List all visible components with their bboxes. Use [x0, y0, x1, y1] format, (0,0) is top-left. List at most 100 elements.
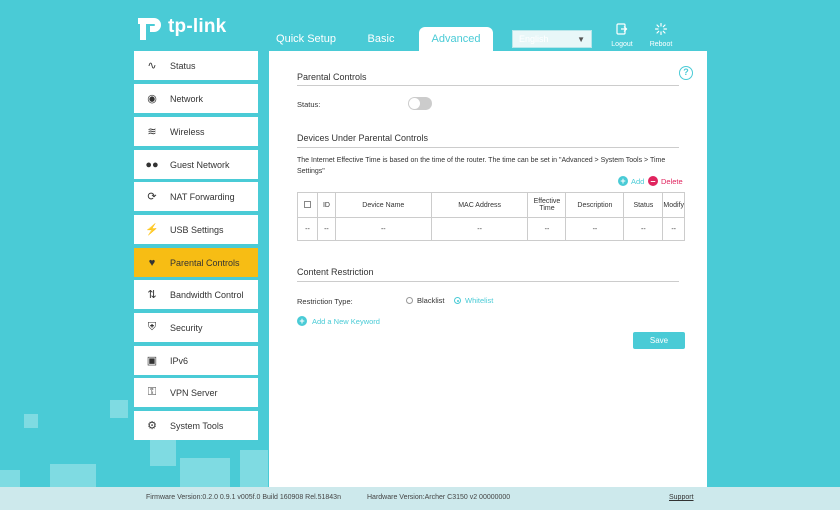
- sidebar-item-vpn-server[interactable]: ⚿ VPN Server: [134, 378, 258, 407]
- hardware-version: Hardware Version:Archer C3150 v2 0000000…: [367, 494, 511, 501]
- sidebar-item-security[interactable]: ⛨ Security: [134, 313, 258, 342]
- add-button[interactable]: + Add: [618, 176, 644, 186]
- status-toggle[interactable]: [408, 97, 432, 110]
- sidebar-item-label: Security: [170, 322, 203, 333]
- toggle-knob: [409, 98, 420, 109]
- select-all-checkbox[interactable]: [303, 200, 311, 208]
- users-icon: ●●: [145, 158, 159, 171]
- usb-icon: ⚡: [145, 224, 159, 236]
- effective-time-note: The Internet Effective Time is based on …: [297, 157, 666, 175]
- reboot-label: Reboot: [649, 41, 673, 48]
- arrows-updown-icon: ⇅: [147, 289, 157, 301]
- support-link[interactable]: Support: [669, 494, 694, 501]
- sidebar-item-label: Status: [170, 60, 196, 71]
- main-panel: Parental Controls ? Status: Devices Unde…: [269, 51, 707, 487]
- logout-label: Logout: [611, 41, 633, 48]
- devices-table: ID Device Name MAC Address Effective Tim…: [297, 192, 685, 241]
- gear-icon: ⚙: [147, 420, 157, 432]
- sidebar-item-label: Parental Controls: [170, 257, 240, 268]
- table-header-row: ID Device Name MAC Address Effective Tim…: [297, 192, 685, 218]
- sidebar-item-parental-controls[interactable]: ♥ Parental Controls: [134, 248, 258, 277]
- column-header: ID: [316, 192, 336, 218]
- sidebar-item-usb-settings[interactable]: ⚡ USB Settings: [134, 215, 258, 244]
- divider: [297, 281, 679, 282]
- logout-button[interactable]: Logout: [607, 23, 637, 48]
- table-cell: --: [334, 217, 432, 241]
- chevron-down-icon: ▼: [577, 34, 585, 44]
- sidebar-item-status[interactable]: ∿ Status: [134, 51, 258, 80]
- background-pattern: [150, 440, 176, 466]
- reboot-button[interactable]: Reboot: [646, 22, 676, 48]
- select-all-cell[interactable]: [297, 192, 318, 218]
- column-header: Effective Time: [527, 192, 567, 218]
- add-label: Add: [631, 176, 645, 186]
- pulse-icon: ∿: [147, 60, 157, 72]
- sidebar-item-label: Network: [170, 93, 204, 104]
- heart-hand-icon: ♥: [148, 256, 156, 269]
- tp-link-logo-icon: [134, 12, 164, 42]
- brand-name: tp-link: [168, 16, 227, 37]
- radio-circle: [406, 297, 413, 304]
- radio-label: Blacklist: [417, 296, 445, 305]
- language-select[interactable]: English ▼: [512, 30, 592, 48]
- radio-label: Whitelist: [465, 296, 494, 305]
- sidebar-item-nat-forwarding[interactable]: ⟳ NAT Forwarding: [134, 182, 258, 211]
- sidebar-item-label: NAT Forwarding: [170, 191, 235, 202]
- devices-title: Devices Under Parental Controls: [297, 133, 429, 143]
- minus-icon: –: [648, 176, 658, 186]
- sidebar-item-label: Guest Network: [170, 159, 230, 170]
- column-header: Device Name: [334, 192, 432, 218]
- sidebar-item-bandwidth-control[interactable]: ⇅ Bandwidth Control: [134, 280, 258, 309]
- tp-link-logo: tp-link: [134, 12, 226, 42]
- globe-icon: ◉: [147, 93, 157, 105]
- blacklist-radio[interactable]: Blacklist: [406, 296, 445, 305]
- tab-advanced[interactable]: Advanced: [419, 27, 493, 51]
- firmware-version: Firmware Version:0.2.0 0.9.1 v005f.0 Bui…: [146, 494, 341, 501]
- table-cell: --: [527, 217, 567, 241]
- sidebar-item-label: IPv6: [170, 355, 189, 366]
- help-icon[interactable]: ?: [679, 66, 693, 80]
- divider: [297, 85, 679, 86]
- status-label: Status:: [297, 100, 321, 109]
- table-cell: --: [662, 217, 685, 241]
- wifi-icon: ≋: [147, 126, 157, 138]
- table-row: -- -- -- -- -- -- -- --: [297, 217, 685, 241]
- whitelist-radio[interactable]: Whitelist: [454, 296, 493, 305]
- add-keyword-button[interactable]: + Add a New Keyword: [297, 316, 380, 326]
- sidebar-item-system-tools[interactable]: ⚙ System Tools: [134, 411, 258, 440]
- reboot-icon: [646, 22, 676, 39]
- logout-icon: [607, 23, 637, 39]
- restriction-type-label: Restriction Type:: [297, 297, 353, 306]
- background-pattern: [24, 414, 38, 428]
- save-button[interactable]: Save: [633, 332, 685, 349]
- background-pattern: [110, 400, 128, 418]
- sidebar-item-network[interactable]: ◉ Network: [134, 84, 258, 113]
- radio-circle: [454, 297, 461, 304]
- parental-controls-title: Parental Controls: [297, 72, 367, 82]
- sidebar-item-wireless[interactable]: ≋ Wireless: [134, 117, 258, 146]
- sidebar-item-ipv6[interactable]: ▣ IPv6: [134, 346, 258, 375]
- divider: [297, 147, 679, 148]
- table-cell: --: [430, 217, 529, 241]
- column-header: Description: [565, 192, 625, 218]
- tab-quick-setup[interactable]: Quick Setup: [272, 27, 340, 51]
- column-header: Modify: [662, 192, 685, 218]
- sidebar-item-label: Bandwidth Control: [170, 289, 244, 300]
- sidebar-item-label: Wireless: [170, 126, 205, 137]
- table-cell: --: [623, 217, 664, 241]
- delete-label: Delete: [661, 176, 683, 186]
- tab-basic[interactable]: Basic: [358, 27, 404, 51]
- background-pattern: [180, 458, 230, 487]
- key-icon: ⚿: [147, 386, 157, 398]
- sidebar-item-guest-network[interactable]: ●● Guest Network: [134, 150, 258, 179]
- ipv6-icon: ▣: [146, 355, 158, 367]
- background-pattern: [50, 464, 96, 488]
- shield-icon: ⛨: [147, 321, 157, 333]
- language-value: English: [519, 34, 549, 44]
- forwarding-icon: ⟳: [147, 191, 157, 203]
- column-header: Status: [623, 192, 664, 218]
- content-restriction-title: Content Restriction: [297, 267, 374, 277]
- sidebar-item-label: System Tools: [170, 420, 224, 431]
- delete-button[interactable]: – Delete: [648, 176, 683, 186]
- footer: Firmware Version:0.2.0 0.9.1 v005f.0 Bui…: [0, 487, 840, 510]
